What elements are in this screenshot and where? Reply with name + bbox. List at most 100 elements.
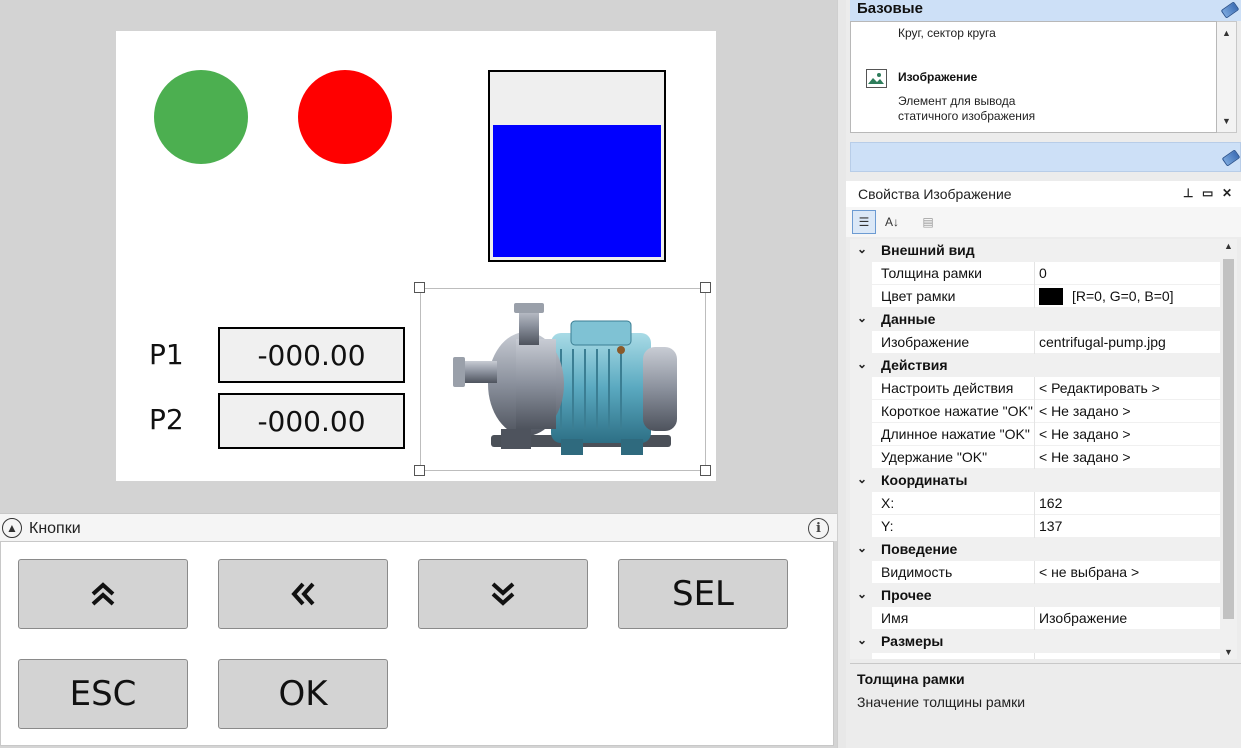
sort-alphabetical-icon[interactable]: A↓ [880,210,904,234]
property-value[interactable]: 162 [1039,495,1062,511]
property-row[interactable]: Удержание "OK" < Не задано > [850,446,1220,469]
scroll-down-icon[interactable]: ▼ [1222,116,1231,126]
column-separator [1034,515,1035,538]
property-row[interactable]: Короткое нажатие "OK" < Не задано > [850,400,1220,423]
maximize-icon[interactable]: ▭ [1202,186,1213,200]
property-category-name: Координаты [881,472,968,488]
p1-value-field[interactable]: -000.00 [218,327,405,383]
property-value[interactable]: < не выбрана > [1039,564,1139,580]
scroll-up-icon[interactable]: ▲ [1224,241,1233,251]
property-pages-icon[interactable]: ▤ [916,210,940,234]
toolbox-item-image-desc-1: Элемент для вывода [898,94,1016,108]
chevron-down-icon[interactable]: ⌄ [857,587,867,601]
property-row[interactable] [850,653,1220,659]
property-category[interactable]: ⌄ Поведение [850,538,1220,561]
row-gutter [850,653,872,659]
property-description-panel: Толщина рамки Значение толщины рамки [850,663,1241,748]
red-indicator-lamp[interactable] [298,70,392,164]
toolbox-item-image-name[interactable]: Изображение [898,70,977,84]
property-value[interactable]: Изображение [1039,610,1127,626]
property-category-name: Прочее [881,587,932,603]
collapse-icon[interactable]: ▲ [2,518,22,538]
toolbox-group-collapsed[interactable] [850,142,1241,172]
property-category-name: Внешний вид [881,242,975,258]
row-gutter [850,377,872,400]
property-value[interactable]: 0 [1039,265,1047,281]
properties-header: Свойства Изображение ⊥ ▭ ✕ [846,181,1241,207]
property-row[interactable]: Длинное нажатие "OK" < Не задано > [850,423,1220,446]
scroll-up-icon[interactable]: ▲ [1222,28,1231,38]
toolbox-item-circle-desc[interactable]: Круг, сектор круга [898,26,996,40]
toolbox-group-header[interactable]: Базовые [850,0,1241,21]
info-icon[interactable]: i [808,518,829,539]
buttons-panel-header: ▲ Кнопки i [0,513,837,541]
toolbox-scrollbar[interactable]: ▲ ▼ [1217,21,1237,133]
sel-button[interactable]: SEL [618,559,788,629]
property-name: Короткое нажатие "OK" [881,403,1033,419]
property-category[interactable]: ⌄ Координаты [850,469,1220,492]
property-value[interactable]: 137 [1039,518,1062,534]
chevron-down-icon[interactable]: ⌄ [857,311,867,325]
pin-icon[interactable]: ⊥ [1183,186,1193,200]
scroll-thumb[interactable] [1223,259,1234,619]
chevron-down-icon[interactable]: ⌄ [857,541,867,555]
esc-button[interactable]: ESC [18,659,188,729]
eraser-icon[interactable] [1221,149,1241,167]
close-icon[interactable]: ✕ [1222,186,1232,200]
left-button[interactable] [218,559,388,629]
property-name: Настроить действия [881,380,1014,396]
categorized-view-icon[interactable]: ☰ [852,210,876,234]
chevron-down-icon[interactable]: ⌄ [857,633,867,647]
property-category[interactable]: ⌄ Данные [850,308,1220,331]
property-value[interactable]: [R=0, G=0, B=0] [1072,288,1174,304]
resize-handle-top-right[interactable] [700,282,711,293]
property-name: Изображение [881,334,970,350]
property-row[interactable]: Изображение centrifugal-pump.jpg [850,331,1220,354]
property-category[interactable]: ⌄ Внешний вид [850,239,1220,262]
property-category[interactable]: ⌄ Размеры [850,630,1220,653]
row-gutter [850,262,872,285]
tank-level-indicator[interactable] [488,70,666,262]
chevron-down-icon[interactable]: ⌄ [857,242,867,256]
property-name: Имя [881,610,909,626]
resize-handle-top-left[interactable] [414,282,425,293]
column-separator [1034,262,1035,285]
property-name: Цвет рамки [881,288,956,304]
property-value[interactable]: centrifugal-pump.jpg [1039,334,1166,350]
column-separator [1034,331,1035,354]
properties-title: Свойства Изображение [858,186,1012,202]
down-button[interactable] [418,559,588,629]
property-row[interactable]: Цвет рамки [R=0, G=0, B=0] [850,285,1220,308]
property-row[interactable]: Видимость < не выбрана > [850,561,1220,584]
resize-handle-bottom-right[interactable] [700,465,711,476]
right-panel: Базовые Круг, сектор круга Изображение Э… [846,0,1241,748]
scroll-down-icon[interactable]: ▼ [1224,647,1233,657]
property-row[interactable]: Имя Изображение [850,607,1220,630]
ok-button[interactable]: OK [218,659,388,729]
property-value[interactable]: < Не задано > [1039,426,1131,442]
property-name: Видимость [881,564,953,580]
property-row[interactable]: X: 162 [850,492,1220,515]
eraser-icon[interactable] [1220,1,1240,19]
property-category[interactable]: ⌄ Прочее [850,584,1220,607]
property-value[interactable]: < Не задано > [1039,403,1131,419]
up-button[interactable] [18,559,188,629]
property-description-text: Значение толщины рамки [857,694,1026,710]
property-row[interactable]: Y: 137 [850,515,1220,538]
property-category-name: Размеры [881,633,944,649]
resize-handle-bottom-left[interactable] [414,465,425,476]
vertical-splitter[interactable] [837,0,846,748]
property-value[interactable]: < Редактировать > [1039,380,1160,396]
green-indicator-lamp[interactable] [154,70,248,164]
property-grid-scrollbar[interactable]: ▲ ▼ [1220,239,1237,659]
design-area: P1 -000.00 P2 -000.00 [0,0,837,513]
property-value[interactable]: < Не задано > [1039,449,1131,465]
p2-value-field[interactable]: -000.00 [218,393,405,449]
chevron-down-icon[interactable]: ⌄ [857,472,867,486]
property-category[interactable]: ⌄ Действия [850,354,1220,377]
property-row[interactable]: Толщина рамки 0 [850,262,1220,285]
property-row[interactable]: Настроить действия < Редактировать > [850,377,1220,400]
color-swatch[interactable] [1039,288,1063,305]
chevron-down-icon[interactable]: ⌄ [857,357,867,371]
pump-image-element[interactable] [420,288,706,471]
